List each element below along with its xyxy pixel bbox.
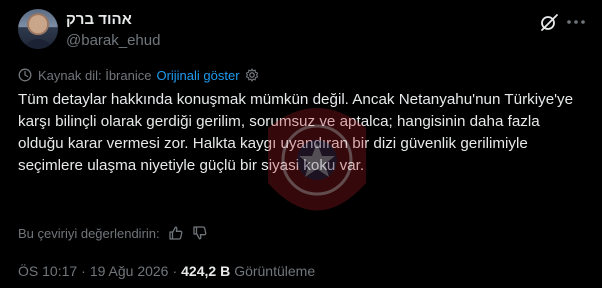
translation-rating: Bu çeviriyi değerlendirin: xyxy=(18,223,208,243)
thumbs-down-icon[interactable] xyxy=(192,225,208,241)
translation-notice: Kaynak dil: İbranice Orijinali göster xyxy=(18,66,259,84)
gear-icon[interactable] xyxy=(245,68,259,82)
tweet-card: אהוד ברק @barak_ehud Kaynak dil: İbranic… xyxy=(0,0,602,288)
thumbs-up-icon[interactable] xyxy=(168,225,184,241)
author-handle[interactable]: @barak_ehud xyxy=(66,32,160,49)
rating-prompt: Bu çeviriyi değerlendirin: xyxy=(18,225,160,241)
source-language-label: Kaynak dil: İbranice xyxy=(38,67,152,83)
meta-separator: · xyxy=(81,263,86,279)
avatar[interactable] xyxy=(18,9,58,49)
tweet-meta: ÖS 10:17 · 19 Ağu 2026 · 424,2 B Görüntü… xyxy=(18,261,315,281)
meta-separator: · xyxy=(172,263,178,279)
avatar-shoulders xyxy=(22,39,54,49)
more-icon[interactable] xyxy=(565,12,587,32)
show-original-link[interactable]: Orijinali göster xyxy=(156,68,239,83)
author-display-name[interactable]: אהוד ברק xyxy=(66,11,132,28)
clock-translate-icon xyxy=(18,68,32,82)
tweet-date[interactable]: 19 Ağu 2026 xyxy=(90,263,169,279)
views-label: Görüntüleme xyxy=(234,263,316,279)
tweet-text: Tüm detaylar hakkında konuşmak mümkün de… xyxy=(18,91,578,174)
grok-icon[interactable] xyxy=(539,12,559,32)
tweet-time[interactable]: ÖS 10:17 xyxy=(18,263,77,279)
views-count: 424,2 B xyxy=(181,263,231,279)
